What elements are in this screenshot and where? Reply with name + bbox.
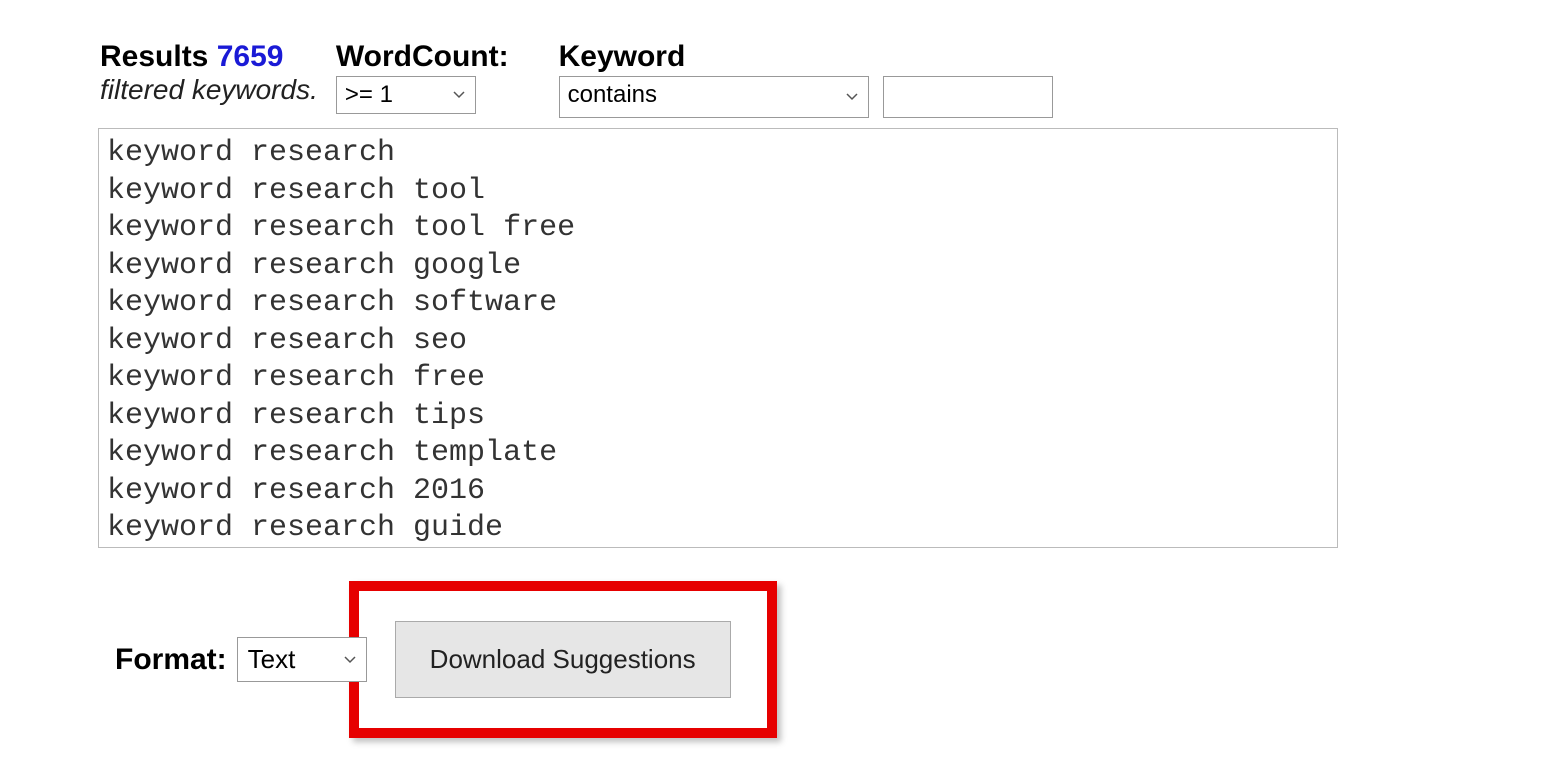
wordcount-select-value: >= 1 bbox=[345, 81, 393, 108]
filtered-keywords-label: filtered keywords. bbox=[100, 74, 326, 106]
results-count: 7659 bbox=[217, 40, 284, 73]
keyword-label: Keyword bbox=[559, 40, 1053, 74]
keyword-operator-value: contains bbox=[568, 81, 657, 108]
wordcount-block: WordCount: >= 1 bbox=[336, 40, 509, 114]
format-select[interactable]: Text bbox=[237, 637, 367, 682]
format-label: Format: bbox=[115, 643, 227, 677]
filter-row: Results 7659 filtered keywords. WordCoun… bbox=[100, 40, 1454, 118]
keyword-operator-select[interactable]: contains bbox=[559, 76, 869, 118]
results-textarea[interactable] bbox=[98, 128, 1338, 548]
wordcount-select[interactable]: >= 1 bbox=[336, 76, 476, 114]
wordcount-label: WordCount: bbox=[336, 40, 509, 74]
chevron-down-icon bbox=[846, 93, 858, 101]
results-line1: Results 7659 bbox=[100, 40, 326, 74]
main-container: Results 7659 filtered keywords. WordCoun… bbox=[0, 0, 1554, 778]
format-select-value: Text bbox=[248, 644, 296, 674]
chevron-down-icon bbox=[344, 656, 356, 664]
download-highlight-box: Download Suggestions bbox=[349, 581, 777, 738]
download-suggestions-button[interactable]: Download Suggestions bbox=[395, 621, 731, 698]
chevron-down-icon bbox=[453, 91, 465, 99]
keyword-block: Keyword contains bbox=[559, 40, 1053, 118]
results-block: Results 7659 filtered keywords. bbox=[100, 40, 326, 106]
bottom-row: Format: Text Download Suggestions bbox=[100, 581, 1454, 738]
results-label: Results bbox=[100, 40, 208, 73]
keyword-controls: contains bbox=[559, 76, 1053, 118]
keyword-input[interactable] bbox=[883, 76, 1053, 118]
